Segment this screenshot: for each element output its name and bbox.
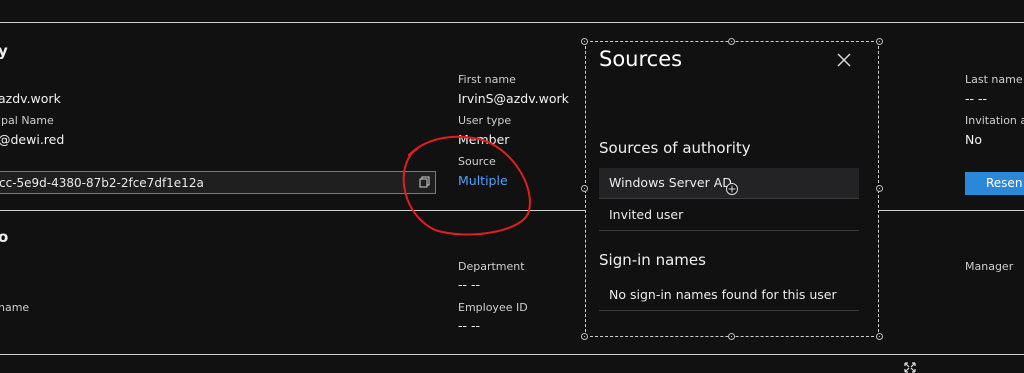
identity-section-title: y [0, 42, 8, 60]
resize-handle-bottom-left[interactable] [581, 333, 588, 340]
authority-item-invited-user: Invited user [599, 200, 859, 231]
sign-in-names-empty: No sign-in names found for this user [599, 280, 859, 311]
department-label: Department [458, 260, 525, 273]
top-divider [0, 22, 1024, 23]
sources-panel-title: Sources [599, 47, 683, 71]
last-name-value: -- -- [965, 91, 988, 106]
object-id-field[interactable]: cc-5e9d-4380-87b2-2fce7df1e12a [0, 171, 436, 194]
expand-icon[interactable] [904, 362, 916, 373]
department-value: -- -- [458, 277, 481, 292]
first-name-label: First name [458, 73, 516, 86]
resize-handle-top[interactable] [728, 38, 735, 45]
invitation-label: Invitation a [965, 114, 1024, 127]
user-email-value: azdv.work [0, 91, 61, 106]
copy-icon[interactable] [411, 172, 435, 193]
employee-id-label: Employee ID [458, 301, 528, 314]
first-name-value: IrvinS@azdv.work [458, 91, 569, 106]
source-multiple-link[interactable]: Multiple [458, 173, 508, 188]
job-info-section-title: o [0, 228, 9, 246]
invitation-value: No [965, 132, 982, 147]
resize-handle-left[interactable] [581, 185, 588, 192]
manager-label: Manager [965, 260, 1014, 273]
user-type-value: Member [458, 132, 510, 147]
resize-handle-bottom-right[interactable] [876, 333, 883, 340]
user-type-label: User type [458, 114, 512, 127]
close-icon[interactable] [834, 50, 854, 70]
source-label: Source [458, 155, 496, 168]
resize-handle-bottom[interactable] [728, 333, 735, 340]
resize-handle-right[interactable] [876, 185, 883, 192]
move-cursor-icon [726, 183, 738, 195]
sources-of-authority-heading: Sources of authority [599, 139, 751, 157]
last-name-label: Last name [965, 73, 1023, 86]
resize-handle-top-left[interactable] [581, 38, 588, 45]
resize-handle-top-right[interactable] [876, 38, 883, 45]
employee-id-value: -- -- [458, 318, 481, 333]
upn-value: @dewi.red [0, 132, 65, 147]
sign-in-names-heading: Sign-in names [599, 251, 706, 269]
sources-panel: Sources Sources of authority Windows Ser… [585, 41, 879, 337]
resend-invitation-button[interactable]: Resen [965, 172, 1024, 195]
bottom-divider [0, 354, 1024, 355]
upn-label: ipal Name [0, 114, 54, 127]
employee-name-label: name [0, 301, 30, 314]
object-id-value: cc-5e9d-4380-87b2-2fce7df1e12a [0, 176, 204, 190]
